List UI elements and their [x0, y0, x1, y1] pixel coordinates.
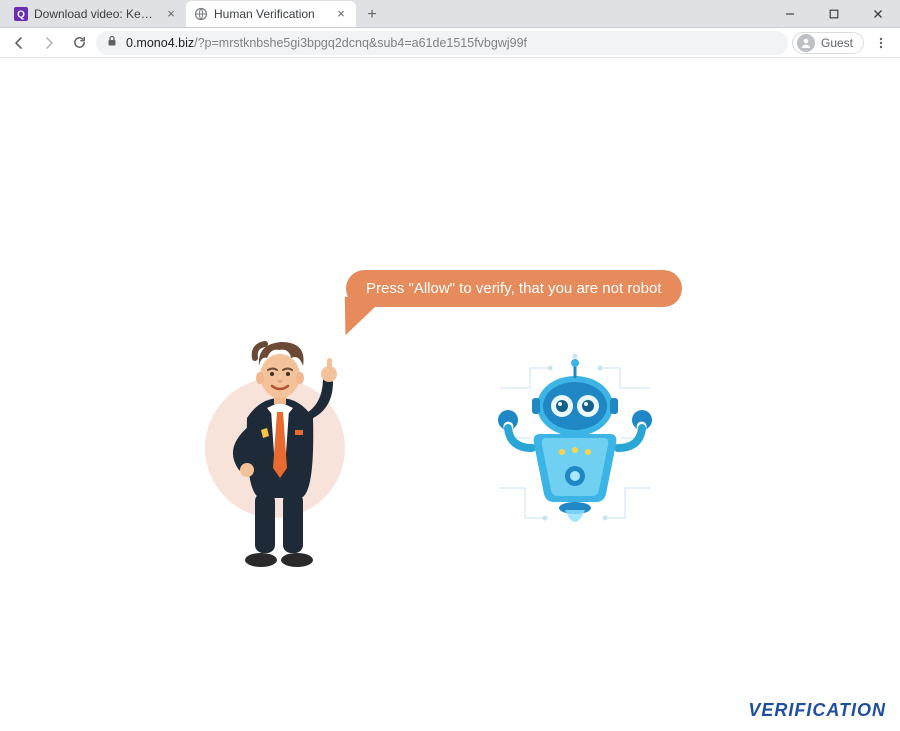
kebab-menu-icon[interactable]: [868, 30, 894, 56]
window-controls: [768, 0, 900, 27]
profile-label: Guest: [821, 36, 853, 50]
browser-toolbar: 0.mono4.biz/?p=mrstknbshe5gi3bpgq2dcnq&s…: [0, 28, 900, 58]
speech-bubble: Press "Allow" to verify, that you are no…: [346, 270, 682, 307]
man-illustration: [205, 318, 385, 578]
new-tab-button[interactable]: +: [360, 3, 384, 27]
bubble-text: Press "Allow" to verify, that you are no…: [366, 280, 662, 297]
q-icon: Q: [14, 7, 28, 21]
tab-title: Human Verification: [214, 7, 328, 21]
tab-download-video[interactable]: Q Download video: Keeping Summ… ×: [6, 1, 186, 27]
tab-strip: Q Download video: Keeping Summ… × Human …: [0, 0, 388, 27]
url-path: /?p=mrstknbshe5gi3bpgq2dcnq&sub4=a61de15…: [194, 36, 527, 50]
tab-human-verification[interactable]: Human Verification ×: [186, 1, 356, 27]
footer-verification-text: VERIFICATION: [748, 700, 886, 721]
tab-title: Download video: Keeping Summ…: [34, 7, 158, 21]
reload-button[interactable]: [66, 30, 92, 56]
maximize-button[interactable]: [812, 0, 856, 28]
minimize-button[interactable]: [768, 0, 812, 28]
close-window-button[interactable]: [856, 0, 900, 28]
window-titlebar: Q Download video: Keeping Summ… × Human …: [0, 0, 900, 28]
url-host: 0.mono4.biz: [126, 36, 194, 50]
back-button[interactable]: [6, 30, 32, 56]
profile-chip[interactable]: Guest: [792, 32, 864, 54]
forward-button[interactable]: [36, 30, 62, 56]
robot-illustration: [490, 348, 660, 548]
lock-icon: [106, 35, 118, 50]
page-content: Press "Allow" to verify, that you are no…: [0, 58, 900, 731]
avatar-icon: [797, 34, 815, 52]
close-icon[interactable]: ×: [334, 7, 348, 21]
url-text: 0.mono4.biz/?p=mrstknbshe5gi3bpgq2dcnq&s…: [126, 36, 527, 50]
address-bar[interactable]: 0.mono4.biz/?p=mrstknbshe5gi3bpgq2dcnq&s…: [96, 31, 788, 55]
globe-icon: [194, 7, 208, 21]
svg-text:Q: Q: [17, 10, 25, 21]
close-icon[interactable]: ×: [164, 7, 178, 21]
robot-svg: [490, 348, 660, 548]
man-svg: [205, 318, 385, 578]
